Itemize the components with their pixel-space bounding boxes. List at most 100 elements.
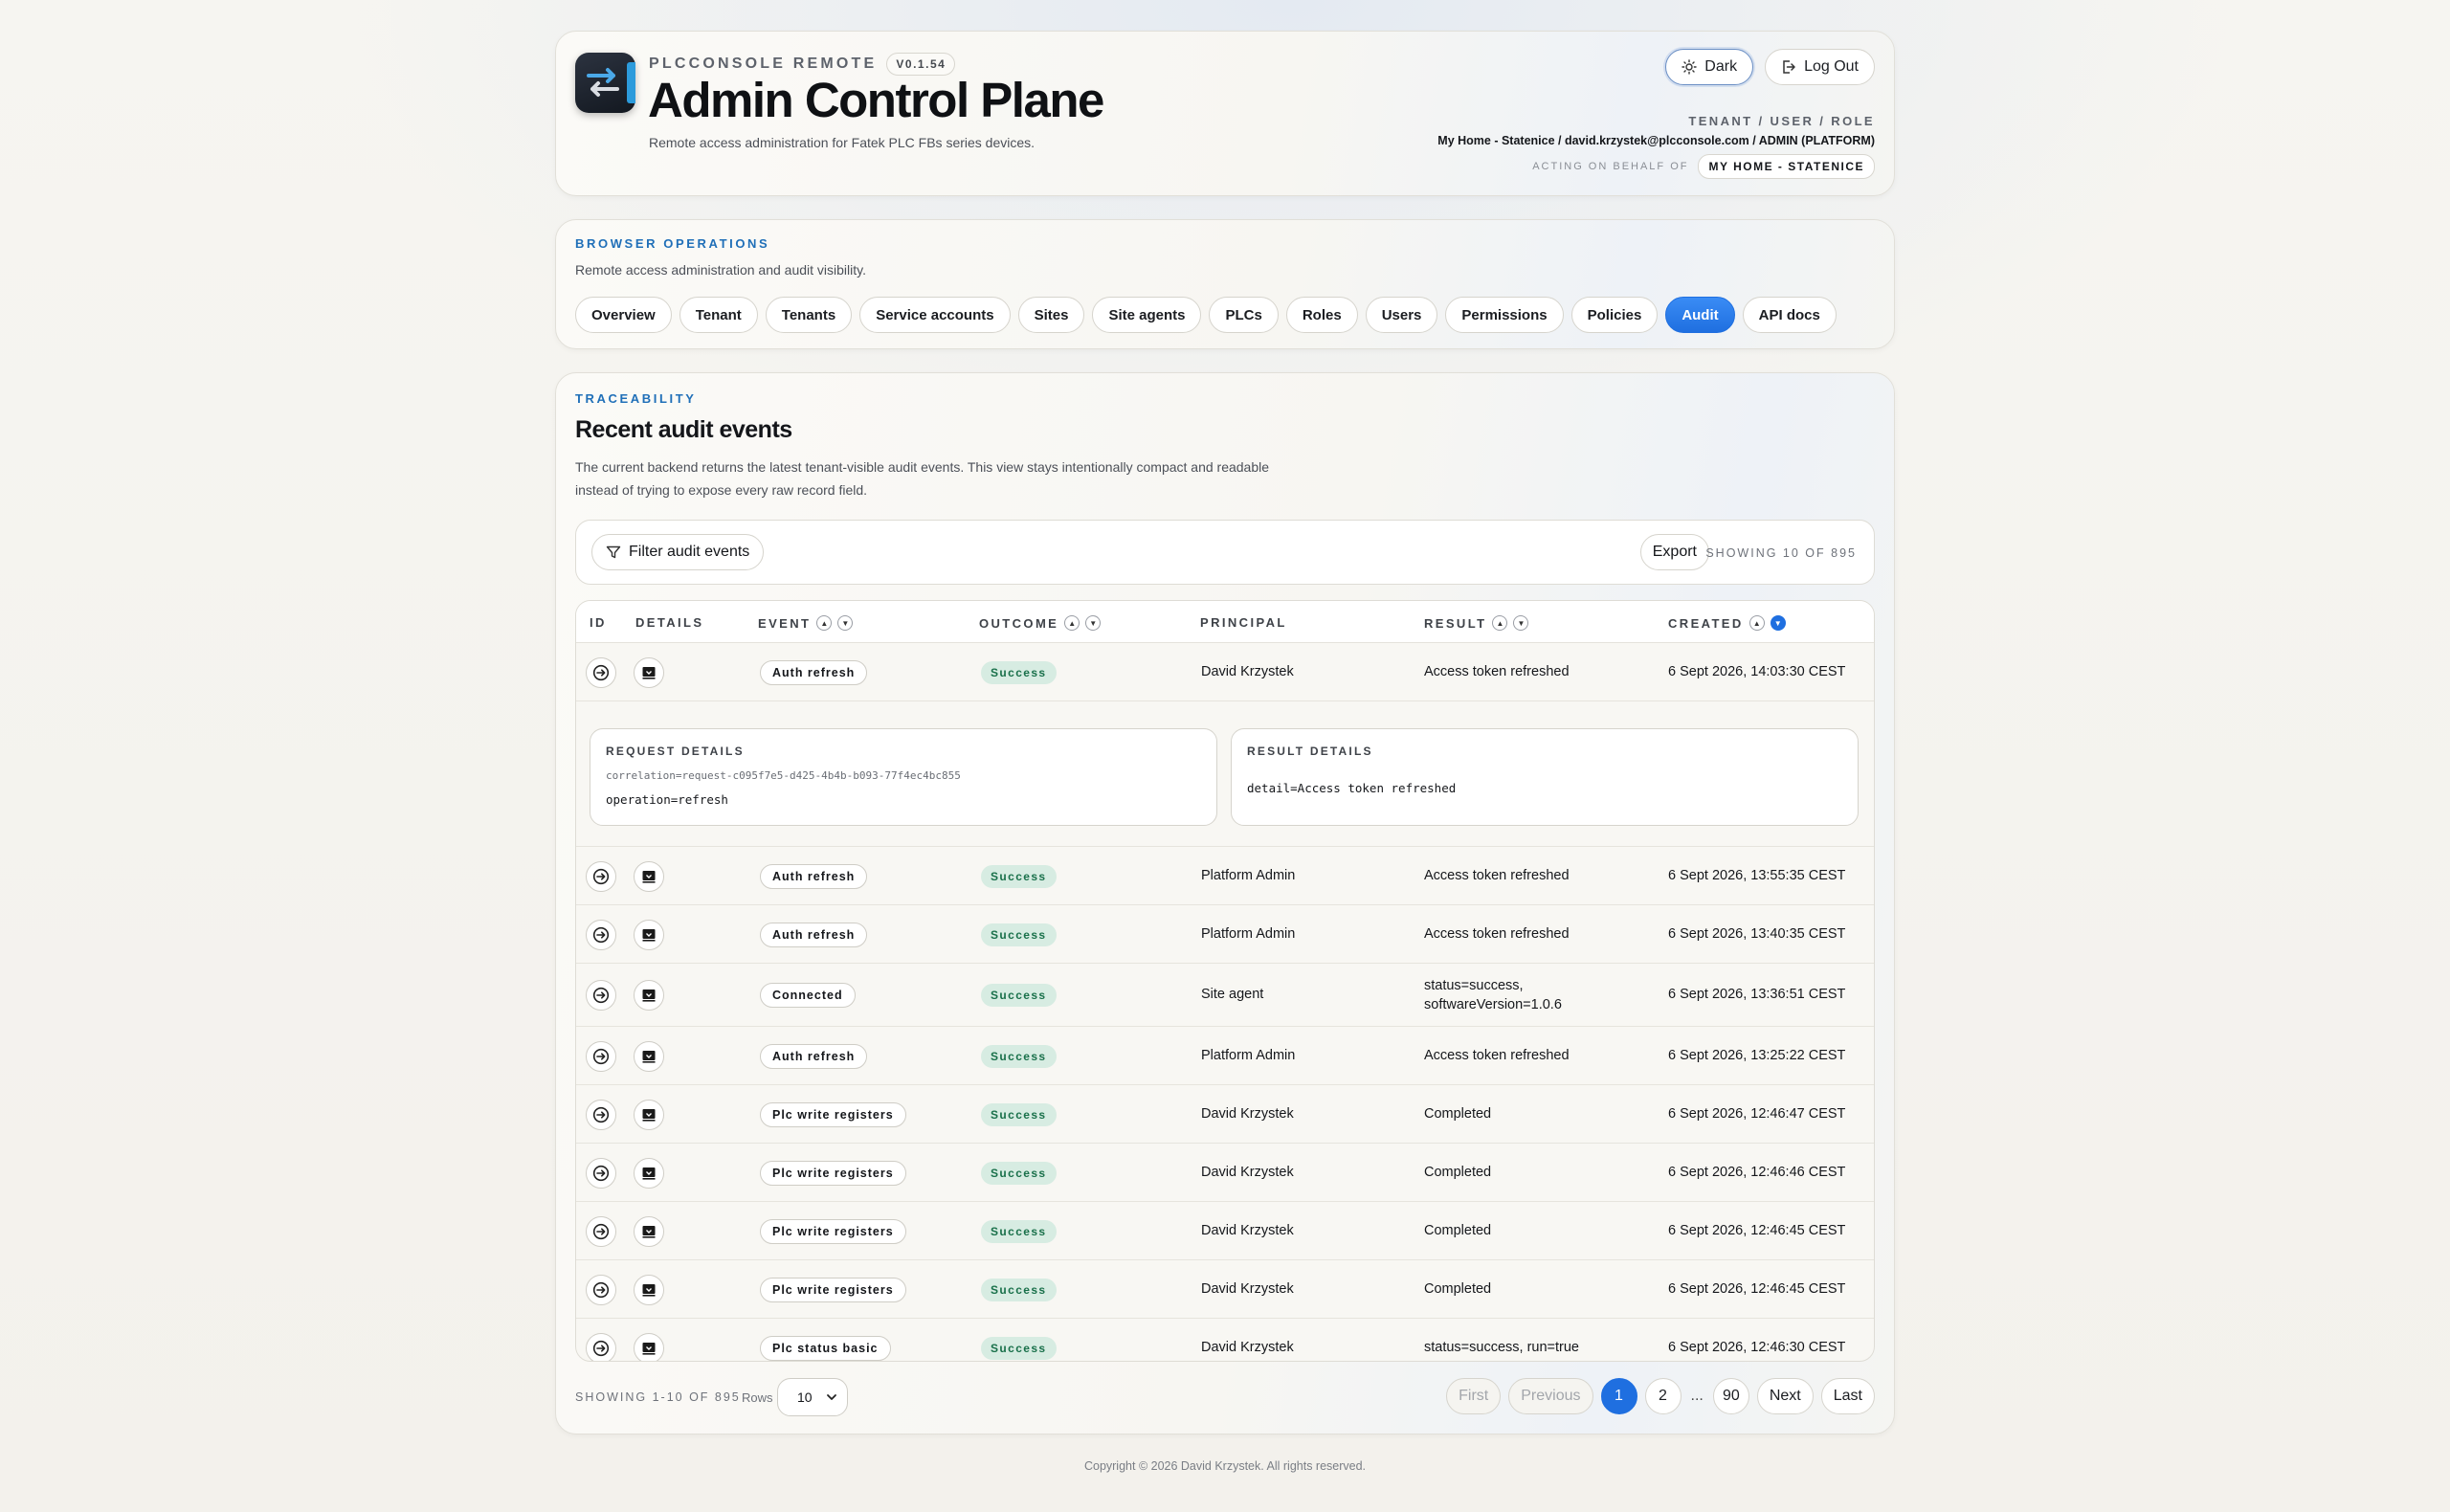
result-cell: Completed xyxy=(1424,1222,1492,1238)
col-principal-label: PRINCIPAL xyxy=(1200,615,1287,630)
theme-toggle-button[interactable]: Dark xyxy=(1665,49,1754,85)
arrow-right-circle-icon xyxy=(592,868,610,884)
rows-per-page-select[interactable]: 10 xyxy=(777,1378,848,1416)
logout-icon xyxy=(1783,60,1795,74)
page-next-button[interactable]: Next xyxy=(1756,1378,1814,1414)
audit-description: The current backend returns the latest t… xyxy=(575,459,1270,498)
sort-asc-icon[interactable]: ▲ xyxy=(816,615,833,631)
open-row-button[interactable] xyxy=(586,1099,616,1130)
tab-service-accounts[interactable]: Service accounts xyxy=(859,297,1011,333)
col-outcome: OUTCOME ▲ ▼ xyxy=(979,615,1102,631)
filter-audit-button[interactable]: Filter audit events xyxy=(591,534,765,570)
tur-label: TENANT / USER / ROLE xyxy=(1688,114,1875,128)
col-outcome-label: OUTCOME xyxy=(979,615,1059,631)
audit-table: ID DETAILS EVENT ▲ ▼ OUTCOME ▲ ▼ PRINCIPAL… xyxy=(575,600,1875,1362)
open-row-button[interactable] xyxy=(586,1332,616,1361)
event-badge: Plc write registers xyxy=(760,1101,906,1127)
toggle-details-button[interactable] xyxy=(634,980,664,1011)
page-last-number-button[interactable]: 90 xyxy=(1712,1378,1749,1414)
result-details-box: RESULT DETAILS detail=Access token refre… xyxy=(1231,728,1859,826)
table-row: Plc write registers Success David Krzystek… xyxy=(576,1144,1874,1202)
page-first-button[interactable]: First xyxy=(1446,1378,1502,1414)
tab-api-docs[interactable]: API docs xyxy=(1742,297,1837,333)
result-cell: Completed xyxy=(1424,1280,1492,1297)
details-panel-icon xyxy=(642,1225,656,1238)
details-panel-icon xyxy=(642,1167,656,1180)
toggle-details-button[interactable] xyxy=(634,1099,664,1130)
event-badge: Auth refresh xyxy=(760,659,868,685)
tab-users[interactable]: Users xyxy=(1365,297,1438,333)
logout-label: Log Out xyxy=(1804,58,1859,75)
pager: First Previous 1 2 ... 90 Next Last xyxy=(1446,1378,1875,1414)
open-row-button[interactable] xyxy=(586,656,616,688)
tab-permissions[interactable]: Permissions xyxy=(1445,297,1564,333)
open-row-button[interactable] xyxy=(586,980,616,1011)
event-badge: Auth refresh xyxy=(760,863,868,889)
sort-desc-active-icon[interactable]: ▼ xyxy=(1770,615,1786,631)
event-badge: Plc status basic xyxy=(760,1335,891,1361)
result-cell: Access token refreshed xyxy=(1424,663,1570,679)
toggle-details-button[interactable] xyxy=(634,1040,664,1072)
sort-desc-icon[interactable]: ▼ xyxy=(837,615,854,631)
tab-audit[interactable]: Audit xyxy=(1665,297,1735,333)
open-row-button[interactable] xyxy=(586,860,616,892)
col-result-label: RESULT xyxy=(1424,615,1487,631)
open-row-button[interactable] xyxy=(586,919,616,950)
behalf-badge: MY HOME - STATENICE xyxy=(1698,154,1875,179)
toggle-details-button[interactable] xyxy=(634,1215,664,1247)
tab-policies[interactable]: Policies xyxy=(1570,297,1659,333)
tab-sites[interactable]: Sites xyxy=(1017,297,1085,333)
result-details-label: RESULT DETAILS xyxy=(1247,745,1373,758)
open-row-button[interactable] xyxy=(586,1215,616,1247)
logout-button[interactable]: Log Out xyxy=(1765,49,1875,85)
tab-plcs[interactable]: PLCs xyxy=(1209,297,1279,333)
sort-asc-icon[interactable]: ▲ xyxy=(1748,615,1765,631)
table-row: Auth refresh Success David Krzystek Access … xyxy=(576,643,1874,701)
toggle-details-button[interactable] xyxy=(634,919,664,950)
table-row: Connected Success Site agent status=success… xyxy=(576,964,1874,1027)
filter-icon xyxy=(606,545,621,559)
open-row-button[interactable] xyxy=(586,1274,616,1305)
pagination-bar: SHOWING 1-10 OF 895 Rows 10 First Previo… xyxy=(575,1376,1875,1418)
created-cell: 6 Sept 2026, 12:46:47 CEST xyxy=(1668,1105,1846,1122)
toggle-details-button[interactable] xyxy=(634,656,664,688)
toggle-details-button[interactable] xyxy=(634,1274,664,1305)
toggle-details-button[interactable] xyxy=(634,1157,664,1189)
outcome-badge: Success xyxy=(981,923,1057,946)
tab-tenant[interactable]: Tenant xyxy=(679,297,758,333)
audit-toolbar: Filter audit events Export SHOWING 10 OF… xyxy=(575,520,1875,585)
toggle-details-button[interactable] xyxy=(634,1332,664,1361)
tab-roles[interactable]: Roles xyxy=(1285,297,1358,333)
sort-asc-icon[interactable]: ▲ xyxy=(1064,615,1080,631)
table-row: Plc status basic Success David Krzystek sta… xyxy=(576,1319,1874,1361)
principal-cell: Platform Admin xyxy=(1201,925,1296,942)
page-subtitle: Remote access administration for Fatek P… xyxy=(649,135,1036,150)
table-row: Plc write registers Success David Krzystek… xyxy=(576,1260,1874,1319)
page-2-button[interactable]: 2 xyxy=(1644,1378,1682,1414)
export-button[interactable]: Export xyxy=(1639,534,1709,570)
app-logo-icon xyxy=(575,53,635,113)
created-cell: 6 Sept 2026, 14:03:30 CEST xyxy=(1668,663,1846,679)
tab-overview[interactable]: Overview xyxy=(575,297,672,333)
tab-tenants[interactable]: Tenants xyxy=(765,297,853,333)
result-detail: detail=Access token refreshed xyxy=(1247,781,1457,795)
page-previous-button[interactable]: Previous xyxy=(1508,1378,1593,1414)
sort-desc-icon[interactable]: ▼ xyxy=(1085,615,1102,631)
open-row-button[interactable] xyxy=(586,1040,616,1072)
tab-site-agents[interactable]: Site agents xyxy=(1092,297,1202,333)
details-panel-icon xyxy=(642,1108,656,1122)
details-panel-icon xyxy=(642,666,656,679)
sort-desc-icon[interactable]: ▼ xyxy=(1513,615,1529,631)
ops-description: Remote access administration and audit v… xyxy=(575,262,866,278)
principal-cell: David Krzystek xyxy=(1201,1105,1294,1122)
sort-asc-icon[interactable]: ▲ xyxy=(1492,615,1508,631)
table-row: Plc write registers Success David Krzystek… xyxy=(576,1202,1874,1260)
outcome-badge: Success xyxy=(981,1278,1057,1301)
toggle-details-button[interactable] xyxy=(634,860,664,892)
page-last-button[interactable]: Last xyxy=(1820,1378,1875,1414)
page-1-button[interactable]: 1 xyxy=(1600,1378,1637,1414)
expanded-details: REQUEST DETAILS correlation=request-c095… xyxy=(576,717,1874,847)
col-id-label: ID xyxy=(590,615,607,630)
sun-icon xyxy=(1682,59,1697,75)
open-row-button[interactable] xyxy=(586,1157,616,1189)
